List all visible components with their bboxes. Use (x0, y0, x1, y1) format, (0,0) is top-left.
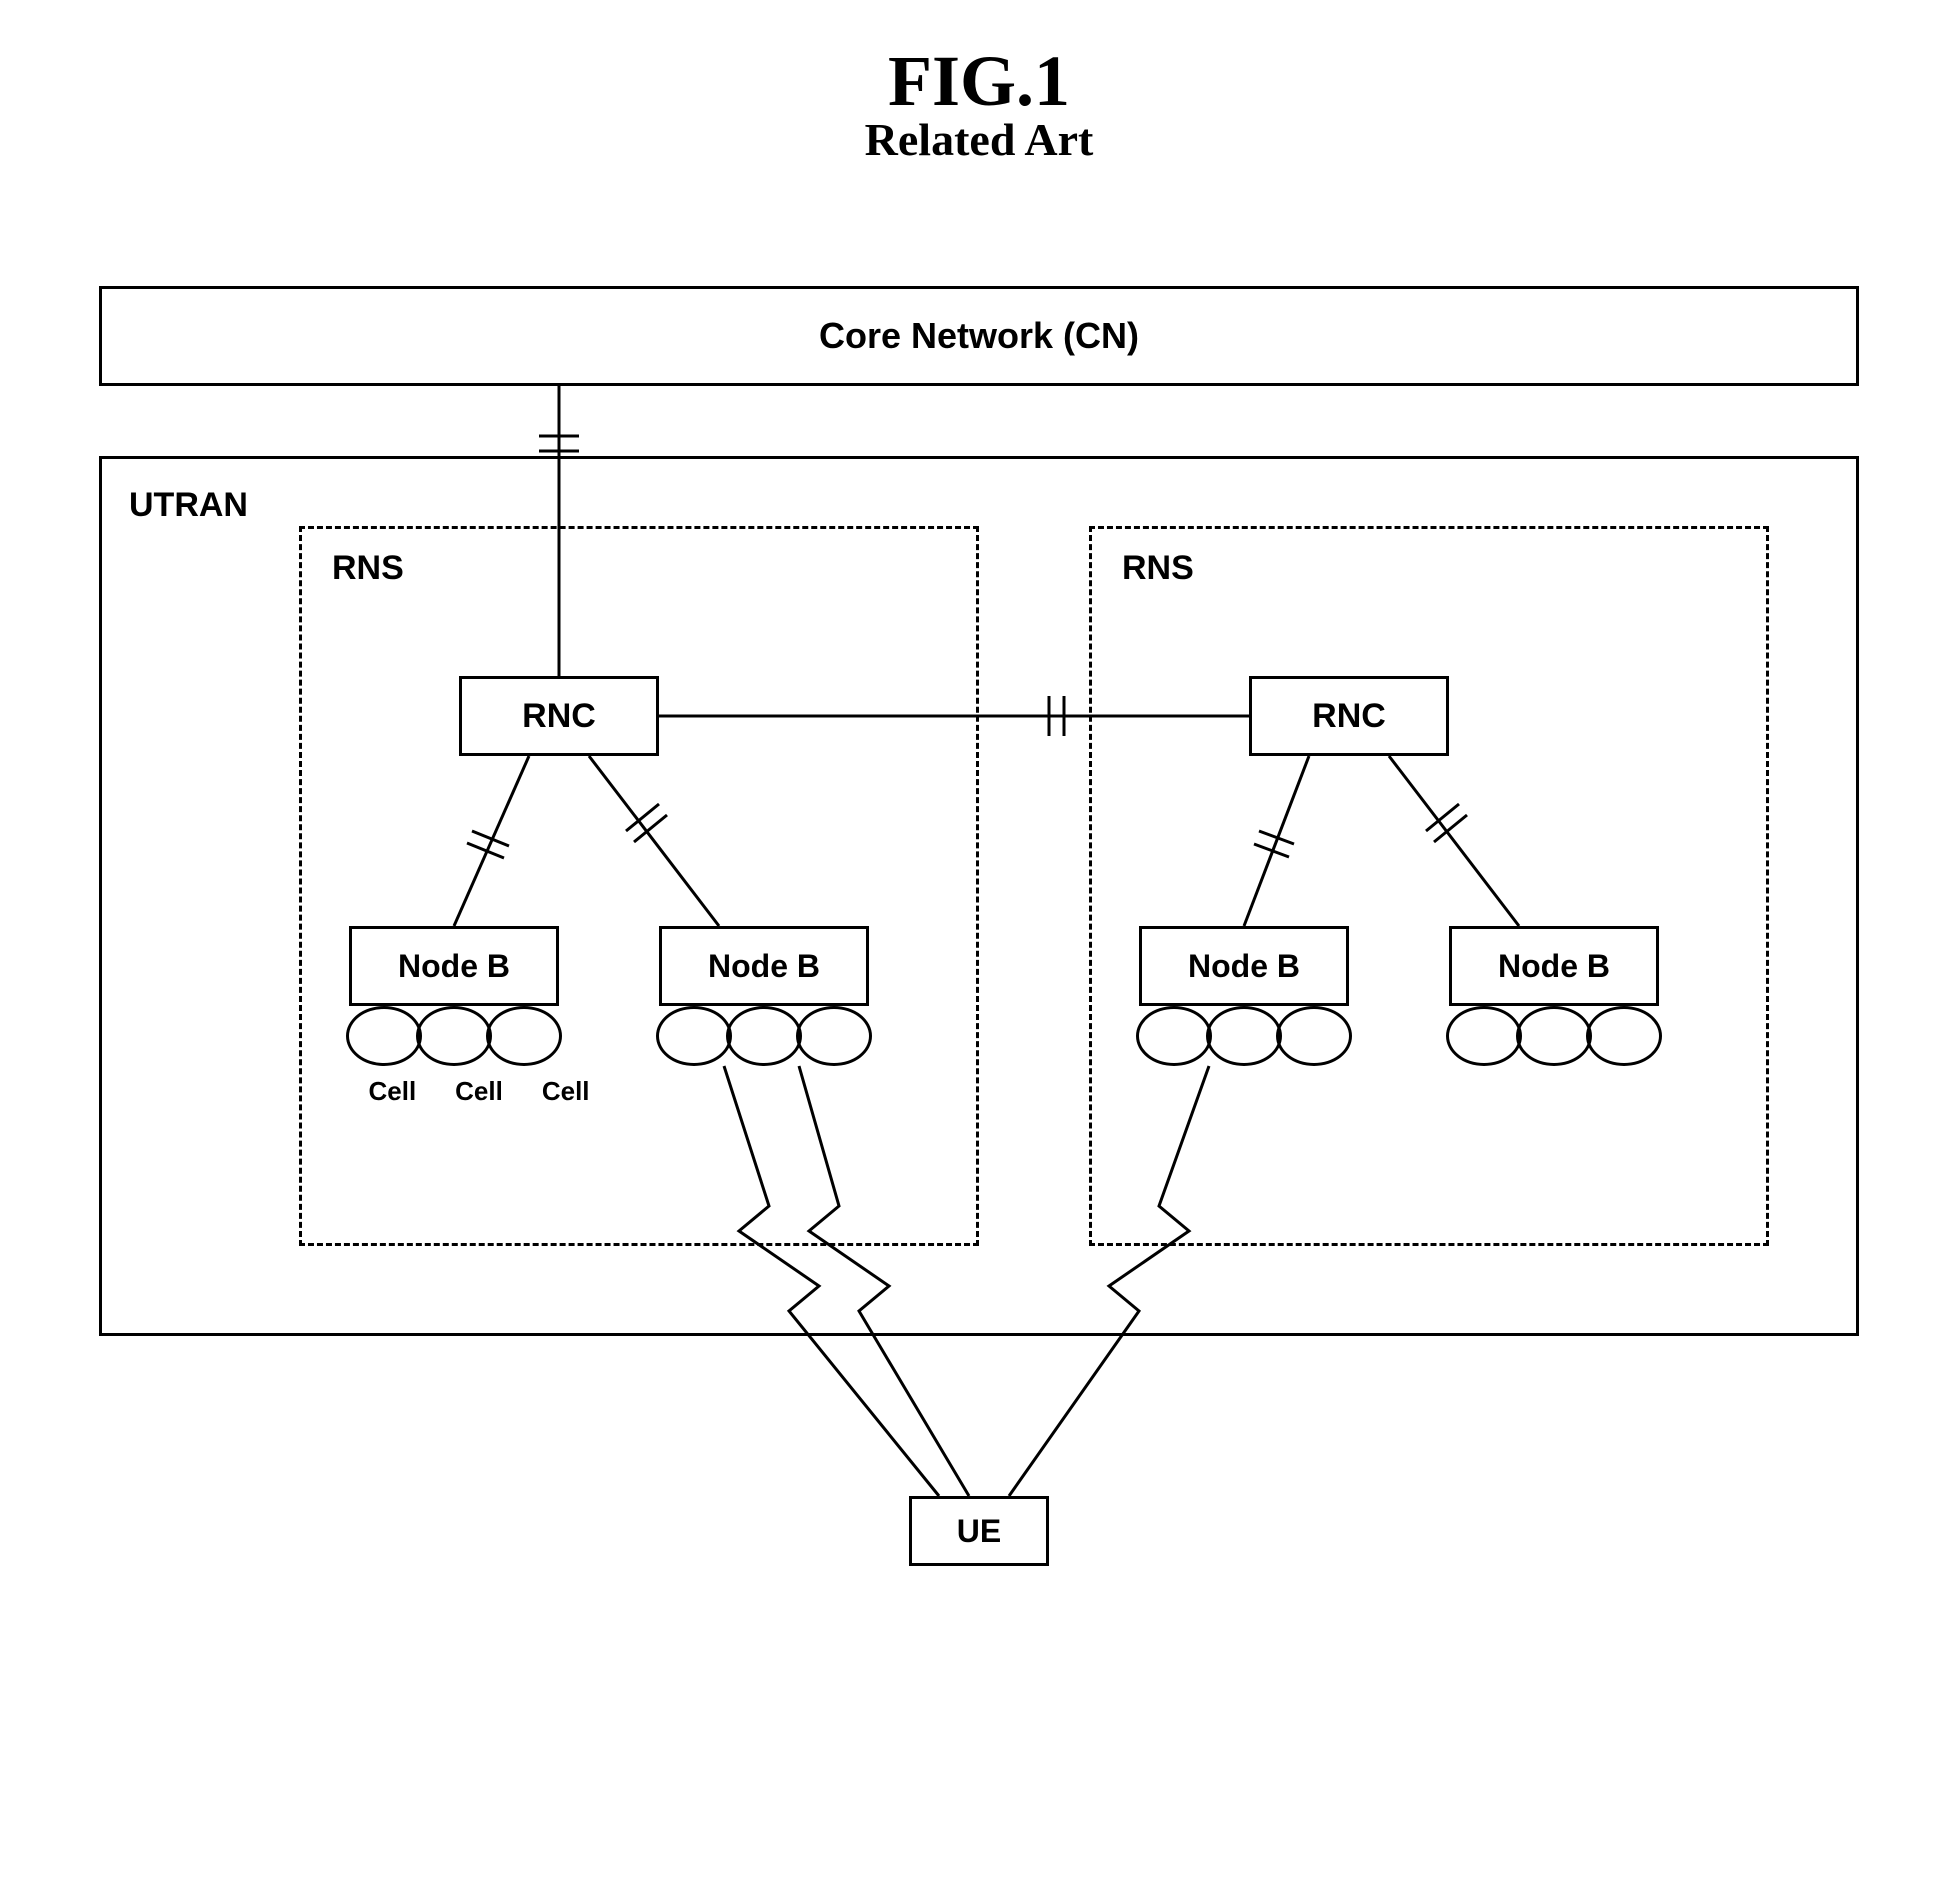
cell-label-3: Cell (522, 1076, 609, 1107)
ue-box: UE (909, 1496, 1049, 1566)
nodeb-box-3: Node B (1139, 926, 1349, 1006)
rns-box-2: RNS (1089, 526, 1769, 1246)
nodeb-box-4: Node B (1449, 926, 1659, 1006)
rnc-box-1: RNC (459, 676, 659, 756)
diagram-stage: Core Network (CN) UTRAN RNS RNS RNC RNC … (99, 286, 1859, 1606)
cell-label-1: Cell (349, 1076, 436, 1107)
figure-subtitle: Related Art (60, 113, 1898, 166)
rns-label-1: RNS (332, 549, 404, 588)
cell-label-2: Cell (436, 1076, 523, 1107)
rns-label-2: RNS (1122, 549, 1194, 588)
cell-labels-row: Cell Cell Cell (349, 1076, 609, 1107)
rns-box-1: RNS (299, 526, 979, 1246)
core-network-box: Core Network (CN) (99, 286, 1859, 386)
rnc-box-2: RNC (1249, 676, 1449, 756)
cells-group-2 (659, 1006, 869, 1066)
cells-group-1 (349, 1006, 559, 1066)
cells-group-4 (1449, 1006, 1659, 1066)
nodeb-box-1: Node B (349, 926, 559, 1006)
cells-group-3 (1139, 1006, 1349, 1066)
nodeb-box-2: Node B (659, 926, 869, 1006)
figure-number: FIG.1 (60, 40, 1898, 123)
figure-title: FIG.1 Related Art (60, 40, 1898, 166)
utran-label: UTRAN (129, 486, 248, 525)
